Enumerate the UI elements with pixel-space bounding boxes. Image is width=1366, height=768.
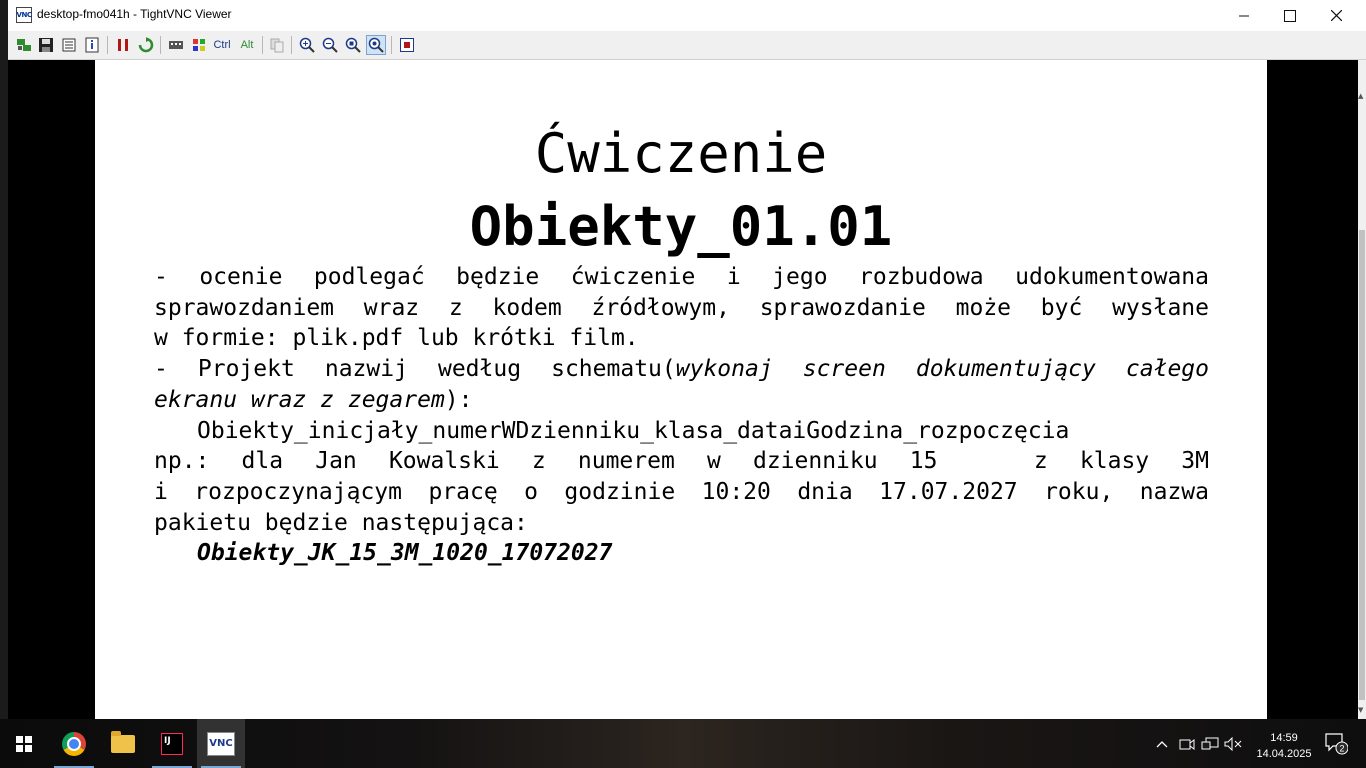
toolbar-separator <box>262 36 263 54</box>
zoom-fit-icon <box>368 37 384 53</box>
toolbar: Ctrl Alt <box>8 31 1366 60</box>
body-line: i rozpoczynającym pracę o godzinie 10:20… <box>154 478 1209 505</box>
camera-icon <box>1179 738 1195 750</box>
body-text-span: ): <box>444 386 473 413</box>
windows-logo-icon <box>16 736 32 752</box>
clock-date: 14.04.2025 <box>1256 748 1312 760</box>
taskbar-clock[interactable]: 14:59 14.04.2025 <box>1254 730 1314 762</box>
body-line: ekranu wraz z zegarem): <box>154 385 1209 416</box>
alt-toggle-button[interactable]: Alt <box>235 35 259 55</box>
maximize-icon <box>1284 9 1296 22</box>
minimize-icon <box>1239 15 1249 16</box>
body-italic-span: ekranu wraz z zegarem <box>154 386 445 413</box>
close-button[interactable] <box>1313 0 1359 31</box>
fullscreen-button[interactable] <box>397 35 417 55</box>
taskbar-chrome[interactable] <box>50 719 98 768</box>
zoom-100-button[interactable] <box>343 35 363 55</box>
keyboard-icon <box>169 41 183 49</box>
notification-icon: 2 <box>1325 733 1349 755</box>
toolbar-separator <box>160 36 161 54</box>
scroll-down-icon[interactable]: ▼ <box>1358 706 1363 714</box>
slide-body: - ocenie podlegać będzie ćwiczenie i jeg… <box>154 262 1209 569</box>
desktop: VNC desktop-fmo041h - TightVNC Viewer Ct… <box>0 0 1366 768</box>
chevron-up-icon <box>1156 740 1168 747</box>
intellij-icon: IJ <box>161 732 183 755</box>
example-package-name: Obiekty_JK_15_3M_1020_17072027 <box>197 540 613 567</box>
body-text-span: - Projekt nazwij według schematu( <box>154 356 676 383</box>
save-button[interactable] <box>36 35 56 55</box>
zoom-out-button[interactable] <box>320 35 340 55</box>
volume-muted-icon <box>1224 736 1242 751</box>
save-icon <box>39 38 53 52</box>
toolbar-separator <box>107 36 108 54</box>
ctrl-alt-del-button[interactable] <box>166 35 186 55</box>
network-button[interactable] <box>1199 719 1221 768</box>
volume-button[interactable] <box>1222 719 1244 768</box>
refresh-button[interactable] <box>136 35 156 55</box>
tightvnc-window: VNC desktop-fmo041h - TightVNC Viewer Ct… <box>8 0 1366 719</box>
slide-heading: Ćwiczenie <box>534 122 828 185</box>
body-line: sprawozdaniem wraz z kodem źródłowym, sp… <box>154 294 1209 321</box>
scroll-up-icon[interactable]: ▲ <box>1358 92 1363 100</box>
clock-time: 14:59 <box>1270 732 1298 744</box>
fullscreen-icon <box>400 38 414 52</box>
zoom-out-icon <box>322 37 338 53</box>
pause-button[interactable] <box>113 35 133 55</box>
ctrl-toggle-button[interactable]: Ctrl <box>210 35 234 55</box>
start-button[interactable] <box>0 719 48 768</box>
new-connection-button[interactable] <box>14 35 34 55</box>
zoom-fit-button[interactable] <box>366 35 386 55</box>
zoom-in-icon <box>299 37 315 53</box>
toolbar-separator <box>291 36 292 54</box>
vnc-app-icon: VNC <box>16 7 32 23</box>
new-connection-icon <box>17 39 31 51</box>
close-icon <box>1330 10 1342 21</box>
notification-center-button[interactable]: 2 <box>1324 731 1349 755</box>
scrollbar-thumb[interactable] <box>1359 230 1365 700</box>
slide-subheading: Obiekty_01.01 <box>469 195 893 258</box>
pause-icon <box>118 39 128 51</box>
options-button[interactable] <box>59 35 79 55</box>
body-line: - Projekt nazwij według schematu(wykonaj… <box>154 354 1209 385</box>
vnc-icon: VNC <box>207 731 235 756</box>
taskbar-intellij[interactable]: IJ <box>148 719 196 768</box>
remote-desktop-view[interactable]: Ćwiczenie Obiekty_01.01 - ocenie podlega… <box>8 60 1358 719</box>
naming-schema: Obiekty_inicjały_numerWDzienniku_klasa_d… <box>197 417 1070 444</box>
title-bar[interactable]: VNC desktop-fmo041h - TightVNC Viewer <box>8 0 1366 31</box>
window-title: desktop-fmo041h - TightVNC Viewer <box>37 7 232 21</box>
taskbar-tightvnc[interactable]: VNC <box>197 719 245 768</box>
meet-now-button[interactable] <box>1176 719 1198 768</box>
folder-icon <box>111 730 135 753</box>
presentation-slide: Ćwiczenie Obiekty_01.01 - ocenie podlega… <box>95 60 1267 719</box>
transfer-files-button[interactable] <box>267 35 287 55</box>
taskbar: IJ VNC 14:59 14.04.2025 2 <box>0 719 1366 768</box>
notification-count: 2 <box>1339 744 1344 754</box>
zoom-in-button[interactable] <box>297 35 317 55</box>
start-menu-icon <box>193 39 205 51</box>
connection-info-button[interactable] <box>82 35 102 55</box>
info-icon <box>85 37 99 53</box>
refresh-icon <box>138 37 154 53</box>
options-icon <box>62 38 76 52</box>
taskbar-file-explorer[interactable] <box>99 719 147 768</box>
toolbar-separator <box>391 36 392 54</box>
maximize-button[interactable] <box>1267 0 1313 31</box>
body-italic-span: wykonaj screen dokumentujący całego <box>675 356 1209 383</box>
body-line: - ocenie podlegać będzie ćwiczenie i jeg… <box>154 264 1209 290</box>
body-line: pakietu będzie następująca: <box>154 509 528 536</box>
files-icon <box>270 38 284 53</box>
body-line: np.: dla Jan Kowalski z numerem w dzienn… <box>154 448 1209 475</box>
minimize-button[interactable] <box>1221 0 1267 31</box>
network-icon <box>1201 737 1219 749</box>
vertical-scrollbar[interactable]: ▲ ▼ <box>1358 60 1366 719</box>
ctrl-esc-button[interactable] <box>189 35 209 55</box>
body-line: w formie: plik.pdf lub krótki film. <box>154 325 639 352</box>
chrome-icon <box>62 731 86 756</box>
show-hidden-icons-button[interactable] <box>1152 719 1172 768</box>
zoom-actual-icon <box>345 37 361 53</box>
